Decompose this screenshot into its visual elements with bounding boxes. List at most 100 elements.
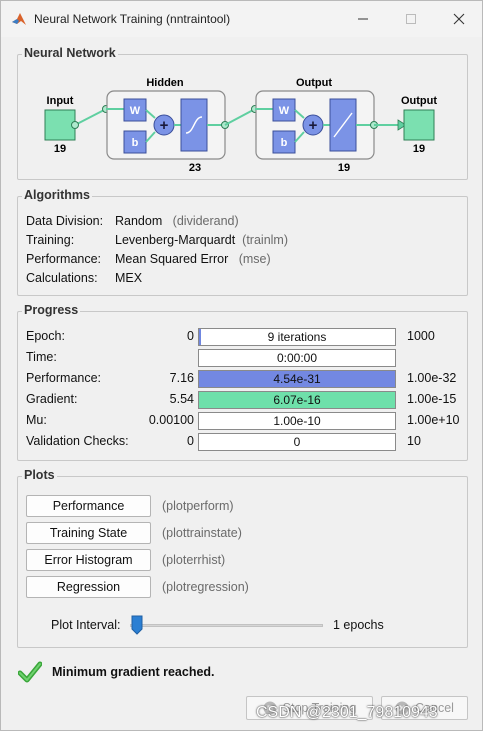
progress-bar: 0:00:00 — [198, 349, 396, 367]
minimize-button[interactable] — [340, 1, 386, 37]
algorithms-panel: Algorithms Data Division: Random (divide… — [17, 188, 468, 296]
algorithm-function: (dividerand) — [172, 214, 239, 228]
maximize-button[interactable] — [388, 1, 434, 37]
maximize-icon — [406, 14, 416, 24]
title-bar: Neural Network Training (nntraintool) — [1, 1, 482, 37]
plots-title: Plots — [22, 468, 57, 482]
algorithm-key: Data Division: — [26, 214, 104, 228]
progress-panel: Progress Epoch: 0 9 iterations 1000 Time: 0:0… — [17, 303, 468, 461]
plot-performance-button[interactable]: Performance — [26, 495, 151, 517]
network-diagram: Input 19 Hidden W b + 23 Output W b + 19… — [44, 77, 437, 174]
plot-interval-value: 1 epochs — [333, 618, 384, 632]
status-bar: Minimum gradient reached. — [17, 661, 215, 685]
input-label: Input — [47, 95, 74, 107]
output-bias-label: b — [281, 137, 288, 149]
progress-current-value: 0:00:00 — [276, 351, 318, 365]
progress-label: Time: — [26, 350, 57, 364]
progress-label: Validation Checks: — [26, 434, 129, 448]
progress-initial-value: 5.54 — [169, 392, 194, 406]
plot-regression-function: (plotregression) — [162, 580, 249, 594]
minimize-icon — [358, 18, 368, 20]
plot-training-state-button[interactable]: Training State — [26, 522, 151, 544]
svg-text:+: + — [309, 117, 318, 134]
hidden-size: 23 — [189, 162, 201, 174]
slider-thumb[interactable] — [131, 615, 143, 635]
slider-track — [130, 624, 323, 627]
output-node — [403, 109, 435, 141]
algorithm-key: Training: — [26, 233, 75, 247]
algorithm-value-text: Levenberg-Marquardt — [115, 233, 236, 247]
progress-current-value: 6.07e-16 — [273, 393, 321, 407]
plot-training-state-function: (plottrainstate) — [162, 526, 242, 540]
hidden-bias-label: b — [132, 137, 139, 149]
algorithm-value: Mean Squared Error (mse) — [115, 252, 271, 266]
output-size: 19 — [413, 143, 425, 155]
checkmark-icon — [17, 661, 43, 683]
progress-row-performance: Performance: 7.16 4.54e-31 1.00e-32 — [26, 370, 466, 388]
algorithm-value-text: Mean Squared Error — [115, 252, 229, 266]
algorithms-title: Algorithms — [22, 188, 92, 202]
input-link — [74, 108, 107, 126]
window-title: Neural Network Training (nntraintool) — [34, 12, 231, 26]
progress-label: Performance: — [26, 371, 102, 385]
progress-bar: 9 iterations — [198, 328, 396, 346]
progress-target-value: 1.00e-15 — [407, 392, 457, 406]
progress-current-value: 9 iterations — [267, 330, 327, 344]
algorithm-value: Levenberg-Marquardt (trainlm) — [115, 233, 288, 247]
algorithm-value: MEX — [115, 271, 143, 285]
progress-target-value: 10 — [407, 434, 421, 448]
progress-bar: 6.07e-16 — [198, 391, 396, 409]
output-layer-label: Output — [296, 77, 332, 89]
progress-row-validation-checks: Validation Checks: 0 0 10 — [26, 433, 466, 451]
close-button[interactable] — [436, 1, 482, 37]
progress-row-gradient: Gradient: 5.54 6.07e-16 1.00e-15 — [26, 391, 466, 409]
close-icon — [453, 13, 465, 25]
plot-error-histogram-function: (ploterrhist) — [162, 553, 226, 567]
output-layer-size: 19 — [338, 162, 350, 174]
progress-row-epoch: Epoch: 0 9 iterations 1000 — [26, 328, 466, 346]
nntraintool-window: Neural Network Training (nntraintool) Ne… — [0, 0, 483, 731]
progress-current-value: 4.54e-31 — [273, 372, 321, 386]
hidden-label: Hidden — [146, 77, 184, 89]
progress-initial-value: 0.00100 — [148, 413, 194, 427]
output-weight-label: W — [279, 105, 290, 117]
algorithm-value: Random (dividerand) — [115, 214, 239, 228]
algorithm-function: (mse) — [238, 252, 271, 266]
progress-label: Epoch: — [26, 329, 65, 343]
progress-target-value: 1.00e+10 — [407, 413, 460, 427]
progress-bar: 1.00e-10 — [198, 412, 396, 430]
progress-initial-value: 0 — [187, 329, 194, 343]
algorithm-value-text: Random — [115, 214, 163, 228]
progress-current-value: 1.00e-10 — [273, 414, 321, 428]
plot-error-histogram-button[interactable]: Error Histogram — [26, 549, 151, 571]
watermark: CSDN @2301_79810943 — [256, 704, 438, 721]
status-message: Minimum gradient reached. — [52, 665, 215, 679]
input-connector — [71, 121, 79, 129]
neural-network-panel: Neural Network Input 19 Hidden W b + 23 — [17, 46, 468, 180]
input-node — [44, 109, 76, 141]
progress-bar: 4.54e-31 — [198, 370, 396, 388]
hidden-weight-label: W — [130, 105, 141, 117]
output-label: Output — [401, 95, 437, 107]
progress-row-time: Time: 0:00:00 — [26, 349, 466, 367]
progress-row-mu: Mu: 0.00100 1.00e-10 1.00e+10 — [26, 412, 466, 430]
progress-bar: 0 — [198, 433, 396, 451]
progress-label: Mu: — [26, 413, 47, 427]
algorithm-function: (trainlm) — [242, 233, 289, 247]
progress-initial-value: 7.16 — [169, 371, 194, 385]
matlab-logo-icon — [12, 13, 26, 25]
input-size: 19 — [54, 143, 66, 155]
plots-panel: Plots Performance (plotperform) Training… — [17, 468, 468, 648]
progress-target-value: 1000 — [407, 329, 435, 343]
plot-interval-label: Plot Interval: — [51, 618, 121, 632]
progress-title: Progress — [22, 303, 81, 317]
progress-target-value: 1.00e-32 — [407, 371, 457, 385]
progress-current-value: 0 — [293, 435, 301, 449]
progress-label: Gradient: — [26, 392, 78, 406]
plot-performance-function: (plotperform) — [162, 499, 234, 513]
plot-regression-button[interactable]: Regression — [26, 576, 151, 598]
algorithm-key: Performance: — [26, 252, 102, 266]
plot-interval-slider[interactable] — [130, 615, 323, 635]
svg-text:+: + — [160, 117, 169, 134]
algorithm-key: Calculations: — [26, 271, 98, 285]
